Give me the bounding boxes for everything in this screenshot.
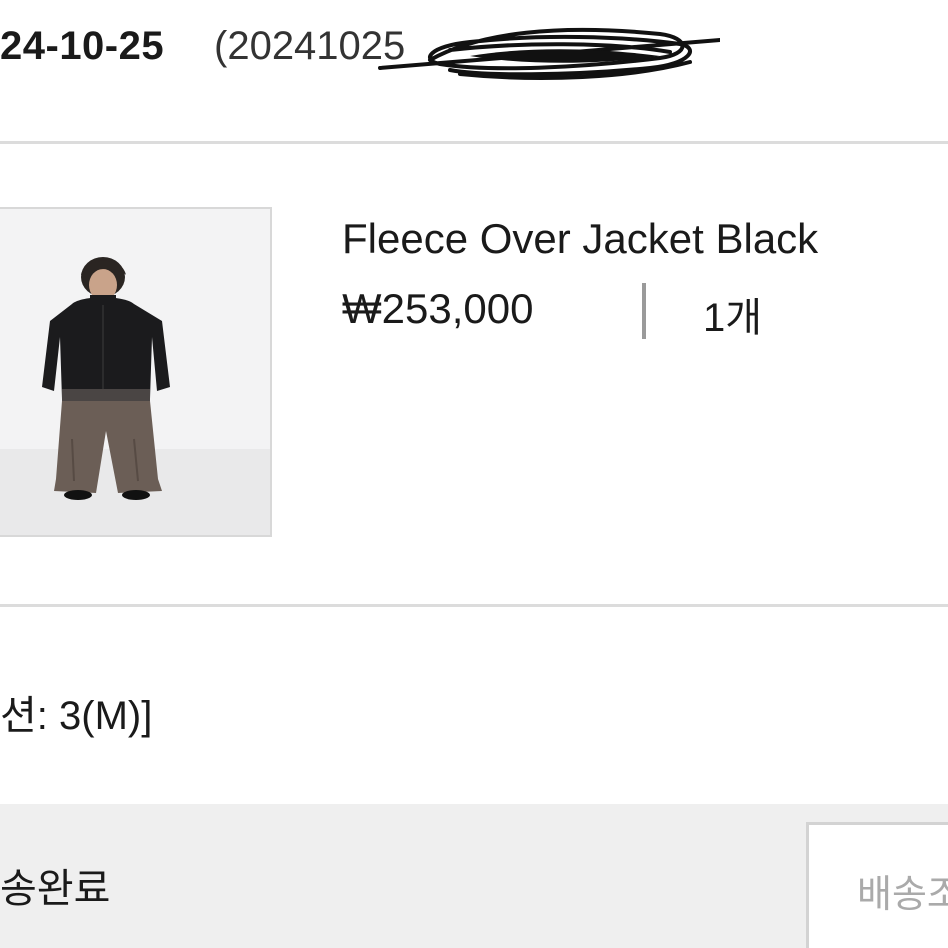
product-photo <box>0 209 270 535</box>
delivery-status: 송완료 <box>0 867 111 911</box>
order-detail-page: 24-10-25 (20241025 Fleece Over Jacket Bl… <box>0 0 948 948</box>
tracking-button[interactable]: 배송조 <box>806 822 948 948</box>
redaction-scribble <box>378 27 720 80</box>
product-image[interactable] <box>0 207 272 537</box>
product-name[interactable]: Fleece Over Jacket Black <box>342 215 818 263</box>
product-option: 션: 3(M)] <box>0 694 153 738</box>
header-divider <box>0 141 948 144</box>
order-header: 24-10-25 (20241025 <box>0 0 948 142</box>
product-price: ₩253,000 <box>342 285 534 332</box>
price-quantity-separator <box>642 283 646 339</box>
product-divider <box>0 604 948 607</box>
order-footer: 송완료 배송조 <box>0 804 948 948</box>
product-quantity: 1개 <box>703 296 763 340</box>
order-date: 24-10-25 <box>0 24 165 68</box>
